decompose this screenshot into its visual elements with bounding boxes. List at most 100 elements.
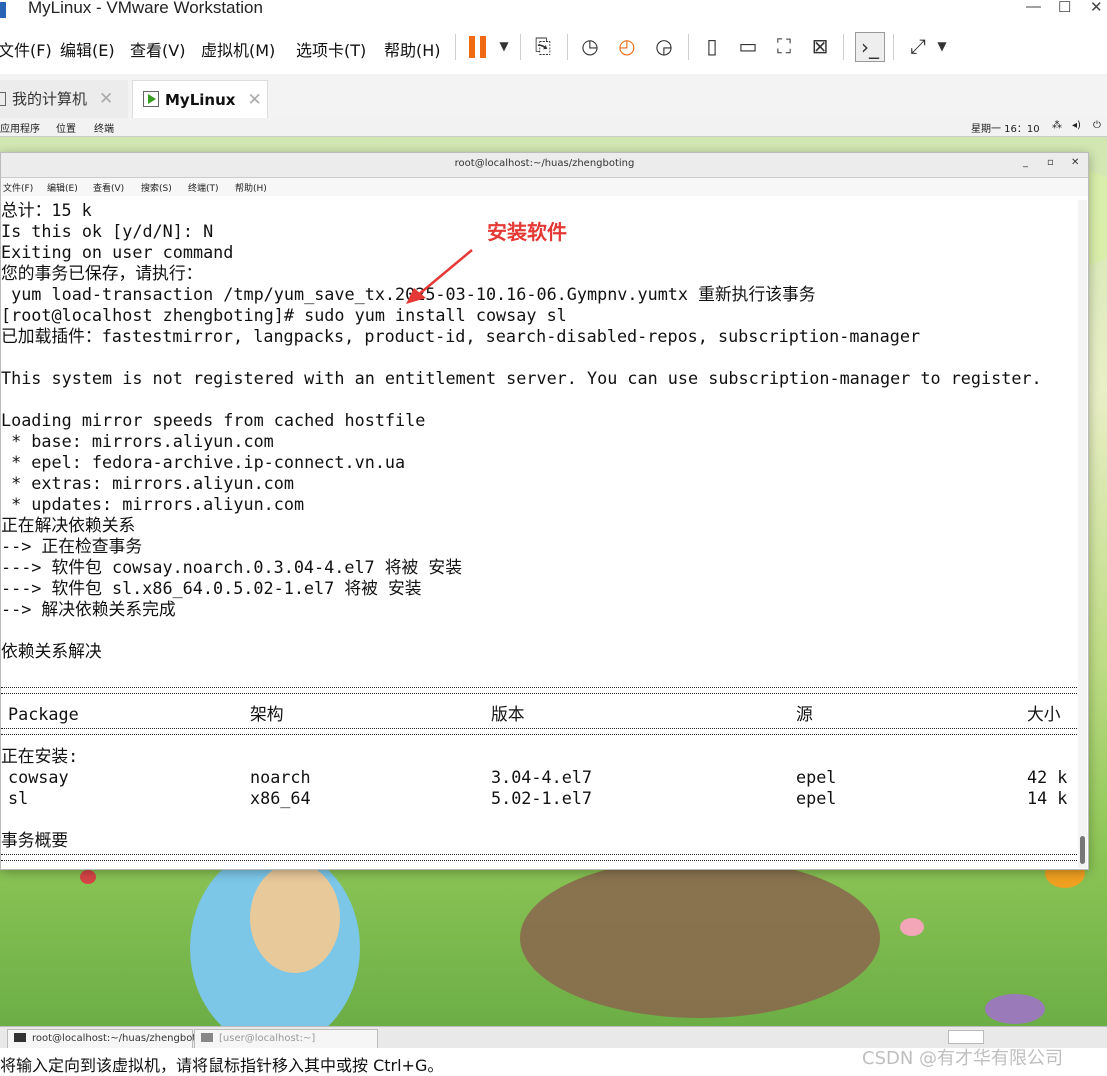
terminal-menu-terminal[interactable]: 终端(T) [188, 181, 219, 194]
console-view-icon[interactable]: ›_ [855, 32, 885, 62]
table-cell-repo: epel [796, 788, 837, 808]
table-separator [1, 854, 1077, 861]
close-button[interactable]: ✕ [1090, 0, 1103, 16]
toolbar-divider [843, 34, 844, 60]
col-header-package: Package [8, 704, 79, 724]
workspace-switcher[interactable] [948, 1030, 984, 1044]
send-keys-icon[interactable]: ⎘ [529, 32, 557, 60]
menu-edit[interactable]: 编辑(E) [60, 37, 115, 61]
terminal-icon [14, 1033, 26, 1042]
vm-running-icon [143, 91, 159, 107]
wallpaper-shell [250, 863, 340, 973]
wallpaper-shape [985, 994, 1045, 1024]
col-header-repo: 源 [796, 704, 813, 724]
watermark: CSDN @有才华有限公司 [862, 1048, 1064, 1069]
snapshot-manager-icon[interactable]: ◶ [650, 32, 678, 60]
snapshot-icon[interactable]: ◷ [576, 32, 604, 60]
terminal-line: 您的事务已保存，请执行： [1, 263, 203, 283]
menu-view[interactable]: 查看(V) [130, 37, 185, 61]
gnome-places-menu[interactable]: 位置 [56, 120, 76, 135]
table-cell-arch: x86_64 [250, 788, 311, 808]
table-cell-version: 5.02-1.el7 [491, 788, 593, 808]
terminal-line: * epel: fedora-archive.ip-connect.vn.ua [1, 452, 406, 472]
close-tab-icon[interactable]: ✕ [247, 90, 261, 110]
gnome-top-bar: 应用程序 位置 终端 星期一 16：10 ⁂ ◂) ⏻ [0, 118, 1107, 137]
revert-snapshot-icon[interactable]: ◴ [613, 32, 641, 60]
menu-toolbar: 文件(F) 编辑(E) 查看(V) 虚拟机(M) 选项卡(T) 帮助(H) ▼ … [0, 24, 1107, 70]
terminal-menu-edit[interactable]: 编辑(E) [47, 181, 78, 194]
terminal-menu-file[interactable]: 文件(F) [3, 181, 33, 194]
scrollbar-thumb[interactable] [1080, 836, 1085, 864]
taskbar-item-label: [user@localhost:~] [219, 1033, 316, 1044]
table-cell-version: 3.04-4.el7 [491, 767, 593, 787]
tab-bar: 我的计算机 ✕ MyLinux ✕ [0, 74, 1107, 119]
taskbar-item-label: root@localhost:~/huas/zhengboting [32, 1033, 212, 1044]
thumbnail-bar-icon[interactable]: ▭ [734, 32, 762, 60]
terminal-menu-search[interactable]: 搜索(S) [141, 181, 172, 194]
terminal-close-button[interactable]: ✕ [1071, 157, 1079, 168]
terminal-line: This system is not registered with an en… [1, 368, 1042, 388]
terminal-icon [201, 1033, 213, 1042]
terminal-menu-view[interactable]: 查看(V) [93, 181, 124, 194]
window-titlebar: MyLinux - VMware Workstation — ☐ ✕ [0, 0, 1107, 22]
gnome-clock[interactable]: 星期一 16：10 [971, 120, 1040, 135]
table-cell-package: cowsay [8, 767, 69, 787]
terminal-window[interactable]: root@localhost:~/huas/zhengboting _ ▫ ✕ … [0, 152, 1089, 870]
taskbar-item-user-terminal[interactable]: [user@localhost:~] [194, 1029, 378, 1049]
wallpaper-berry [80, 870, 96, 884]
table-separator [1, 687, 1077, 694]
taskbar-item-terminal[interactable]: root@localhost:~/huas/zhengboting [7, 1029, 212, 1049]
network-icon[interactable]: ⁂ [1052, 120, 1062, 131]
terminal-minimize-button[interactable]: _ [1023, 157, 1028, 168]
pause-icon-bar [480, 36, 486, 58]
terminal-scrollbar[interactable] [1078, 200, 1087, 868]
volume-icon[interactable]: ◂) [1072, 120, 1081, 131]
terminal-menu-help[interactable]: 帮助(H) [235, 181, 267, 194]
table-cell-arch: noarch [250, 767, 311, 787]
tab-mylinux[interactable]: MyLinux ✕ [132, 80, 268, 119]
transaction-summary-label: 事务概要 [1, 830, 69, 850]
menu-vm[interactable]: 虚拟机(M) [201, 37, 275, 61]
library-icon[interactable]: ▯ [698, 32, 726, 60]
stretch-dropdown-icon[interactable]: ▼ [928, 32, 956, 60]
terminal-line: * updates: mirrors.aliyun.com [1, 494, 305, 514]
menu-file[interactable]: 文件(F) [0, 37, 52, 61]
terminal-line: 总计：15 k [1, 200, 92, 220]
table-cell-size: 42 k [1027, 767, 1068, 787]
terminal-output[interactable]: 总计：15 k Is this ok [y/d/N]: N Exiting on… [1, 200, 1077, 868]
table-separator [1, 728, 1077, 735]
minimize-button[interactable]: — [1026, 0, 1041, 15]
col-header-version: 版本 [491, 704, 525, 724]
close-tab-icon[interactable]: ✕ [99, 89, 113, 109]
pause-icon[interactable] [469, 36, 475, 58]
maximize-button[interactable]: ☐ [1058, 0, 1071, 16]
terminal-line: --> 解决依赖关系完成 [1, 599, 176, 619]
guest-desktop[interactable]: 应用程序 位置 终端 星期一 16：10 ⁂ ◂) ⏻ root@localho… [0, 118, 1107, 1026]
terminal-line: Loading mirror speeds from cached hostfi… [1, 410, 426, 430]
vmware-logo-icon [0, 2, 6, 18]
terminal-line: ---> 软件包 sl.x86_64.0.5.02-1.el7 将被 安装 [1, 578, 422, 598]
window-title: MyLinux - VMware Workstation [28, 0, 263, 17]
tab-my-computer[interactable]: 我的计算机 ✕ [0, 80, 128, 118]
gnome-terminal-menu[interactable]: 终端 [94, 120, 114, 135]
table-section-label: 正在安装: [1, 746, 79, 766]
terminal-line: ---> 软件包 cowsay.noarch.0.3.04-4.el7 将被 安… [1, 557, 462, 577]
menu-tabs[interactable]: 选项卡(T) [296, 37, 366, 61]
table-cell-package: sl [8, 788, 29, 808]
status-message: 将输入定向到该虚拟机，请将鼠标指针移入其中或按 Ctrl+G。 [0, 1056, 444, 1075]
full-screen-icon[interactable]: ⛶ [770, 32, 798, 60]
terminal-line: [root@localhost zhengboting]# sudo yum i… [1, 305, 567, 325]
terminal-line: Exiting on user command [1, 242, 234, 262]
gnome-applications-menu[interactable]: 应用程序 [0, 120, 40, 135]
pause-dropdown-icon[interactable]: ▼ [490, 32, 518, 60]
terminal-title: root@localhost:~/huas/zhengboting [454, 158, 635, 169]
toolbar-divider [567, 34, 568, 60]
tab-label: 我的计算机 [12, 90, 88, 108]
terminal-line: 已加载插件：fastestmirror, langpacks, product-… [1, 326, 921, 346]
power-icon[interactable]: ⏻ [1093, 120, 1101, 131]
terminal-maximize-button[interactable]: ▫ [1047, 157, 1054, 168]
menu-help[interactable]: 帮助(H) [384, 37, 441, 61]
col-header-size: 大小 [1027, 704, 1061, 724]
table-cell-repo: epel [796, 767, 837, 787]
unity-icon[interactable]: ⊠ [806, 32, 834, 60]
